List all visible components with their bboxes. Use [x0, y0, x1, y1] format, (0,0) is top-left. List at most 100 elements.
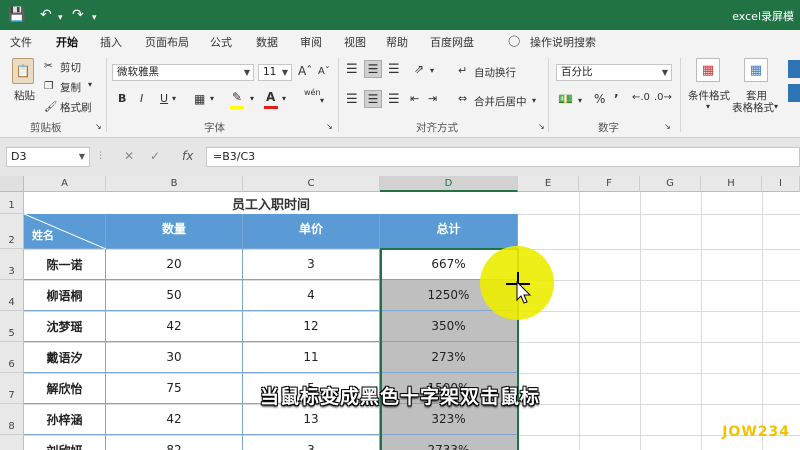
tell-me-search[interactable]: 操作说明搜索 [530, 34, 596, 50]
tab-page-layout[interactable]: 页面布局 [145, 34, 189, 50]
align-left-icon[interactable]: ☰ [346, 92, 358, 107]
font-size-select[interactable]: 11 ▼ [258, 64, 292, 81]
header-cell-qty[interactable]: 数量 [106, 214, 243, 249]
column-header-i[interactable]: I [762, 176, 800, 192]
align-top-icon[interactable]: ☰ [346, 62, 358, 77]
copy-button[interactable]: 复制 [60, 80, 81, 95]
increase-indent-icon[interactable]: ⇥ [428, 92, 437, 105]
tab-formulas[interactable]: 公式 [210, 34, 232, 50]
tab-review[interactable]: 审阅 [300, 34, 322, 50]
column-header-b[interactable]: B [106, 176, 243, 192]
tab-baidu-netdisk[interactable]: 百度网盘 [430, 34, 474, 50]
tab-help[interactable]: 帮助 [386, 34, 408, 50]
column-header-h[interactable]: H [701, 176, 762, 192]
column-header-a[interactable]: A [24, 176, 106, 192]
merge-center-icon[interactable]: ⇔ [458, 92, 467, 105]
clipboard-launcher-icon[interactable]: ↘ [95, 122, 102, 131]
total-cell[interactable]: 350% [380, 311, 518, 342]
accounting-dropdown-icon[interactable]: ▾ [578, 96, 582, 105]
format-as-table-label-2[interactable]: 表格格式 [732, 100, 774, 115]
merge-dropdown-icon[interactable]: ▾ [532, 96, 536, 105]
align-right-icon[interactable]: ☰ [388, 92, 400, 107]
row-header-1[interactable]: 1 [0, 192, 24, 214]
format-painter-icon[interactable]: 🖌 [44, 100, 57, 113]
decrease-font-size-icon[interactable]: Aˇ [318, 66, 330, 77]
customize-quick-access-icon[interactable]: ▾ [92, 10, 97, 26]
underline-dropdown-icon[interactable]: ▾ [172, 94, 176, 103]
percent-style-icon[interactable]: % [594, 92, 605, 106]
cut-button[interactable]: 剪切 [60, 60, 81, 75]
italic-button[interactable]: I [140, 92, 143, 105]
merge-center-button[interactable]: 合并后居中 [474, 94, 527, 109]
undo-icon[interactable]: ↶ [40, 7, 52, 23]
name-cell[interactable]: 戴语汐 [24, 342, 106, 373]
borders-dropdown-icon[interactable]: ▾ [210, 94, 214, 103]
sheet-title-cell[interactable]: 员工入职时间 [24, 192, 518, 214]
tab-home[interactable]: 开始 [56, 34, 78, 55]
decrease-decimal-icon[interactable]: .0→ [654, 92, 672, 103]
name-cell[interactable]: 刘欣妍 [24, 435, 106, 450]
qty-cell[interactable]: 42 [106, 311, 243, 342]
orientation-icon[interactable]: ⇗ [414, 62, 424, 76]
cut-icon[interactable]: ✂ [44, 60, 53, 72]
accounting-format-icon[interactable]: 💵 [558, 92, 573, 106]
insert-function-icon[interactable]: fx [182, 149, 193, 163]
qty-cell[interactable]: 82 [106, 435, 243, 450]
copy-dropdown-icon[interactable]: ▾ [88, 80, 92, 89]
paste-icon[interactable]: 📋 [12, 58, 34, 84]
align-middle-icon[interactable]: ☰ [364, 60, 382, 78]
total-cell[interactable]: 2733% [380, 435, 518, 450]
name-box[interactable]: D3 ▼ [6, 147, 90, 167]
column-header-f[interactable]: F [579, 176, 640, 192]
tab-view[interactable]: 视图 [344, 34, 366, 50]
format-as-table-icon[interactable]: ▦ [744, 58, 768, 82]
redo-icon[interactable]: ↷ [72, 7, 84, 23]
font-launcher-icon[interactable]: ↘ [326, 122, 333, 131]
cancel-icon[interactable]: ✕ [124, 149, 134, 163]
conditional-formatting-icon[interactable]: ▦ [696, 58, 720, 82]
borders-icon[interactable]: ▦ [194, 92, 205, 106]
name-cell[interactable]: 沈梦瑶 [24, 311, 106, 342]
enter-icon[interactable]: ✓ [150, 149, 160, 163]
font-color-icon[interactable]: A [266, 90, 275, 104]
price-cell[interactable]: 3 [243, 249, 380, 280]
phonetic-guide-icon[interactable]: wén [304, 88, 321, 97]
conditional-formatting-button[interactable]: 条件格式 [688, 88, 730, 103]
copy-icon[interactable]: ❐ [44, 80, 53, 92]
row-header-3[interactable]: 3 [0, 249, 24, 280]
column-header-e[interactable]: E [518, 176, 579, 192]
qty-cell[interactable]: 20 [106, 249, 243, 280]
header-cell-total[interactable]: 总计 [380, 214, 518, 249]
column-header-d[interactable]: D [380, 176, 518, 192]
total-cell[interactable]: 273% [380, 342, 518, 373]
bold-button[interactable]: B [118, 92, 126, 105]
price-cell[interactable]: 11 [243, 342, 380, 373]
row-header-9[interactable] [0, 435, 24, 450]
cell-style-swatch-1[interactable] [788, 60, 800, 78]
tab-file[interactable]: 文件 [10, 34, 32, 50]
name-cell[interactable]: 柳语桐 [24, 280, 106, 311]
paste-button[interactable]: 粘贴 [14, 88, 35, 103]
column-header-c[interactable]: C [243, 176, 380, 192]
save-icon[interactable]: 💾 [8, 7, 25, 23]
increase-decimal-icon[interactable]: ←.0 [632, 92, 650, 103]
row-header-6[interactable]: 6 [0, 342, 24, 373]
number-launcher-icon[interactable]: ↘ [664, 122, 671, 131]
row-header-2[interactable]: 2 [0, 214, 24, 249]
column-header-g[interactable]: G [640, 176, 701, 192]
wrap-text-button[interactable]: 自动换行 [474, 65, 516, 80]
orientation-dropdown-icon[interactable]: ▾ [430, 66, 434, 75]
cond-format-dropdown-icon[interactable]: ▾ [706, 102, 710, 111]
comma-style-icon[interactable]: ’ [614, 92, 619, 106]
align-center-icon[interactable]: ☰ [364, 90, 382, 108]
underline-button[interactable]: U [160, 92, 168, 105]
number-format-select[interactable]: 百分比 ▼ [556, 64, 672, 81]
tab-data[interactable]: 数据 [256, 34, 278, 50]
fill-color-icon[interactable]: ✎ [232, 90, 242, 104]
formula-input[interactable]: =B3/C3 [206, 147, 800, 167]
header-cell-price[interactable]: 单价 [243, 214, 380, 249]
row-header-5[interactable]: 5 [0, 311, 24, 342]
name-cell[interactable]: 陈一诺 [24, 249, 106, 280]
qty-cell[interactable]: 50 [106, 280, 243, 311]
select-all-corner[interactable] [0, 176, 24, 192]
